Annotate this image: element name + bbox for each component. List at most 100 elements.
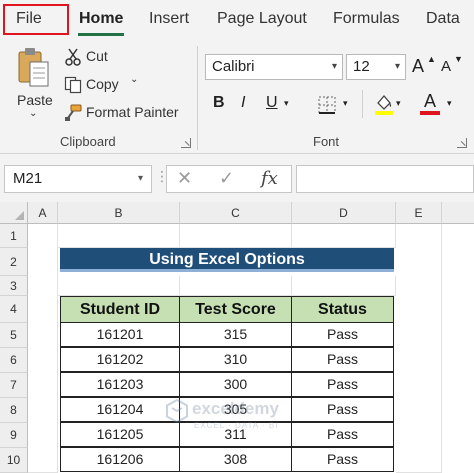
font-color-dropdown-icon[interactable]: ▾	[447, 98, 452, 109]
font-color-button[interactable]: A	[424, 91, 436, 112]
formula-buttons: ✕ ✓ fx	[166, 165, 292, 193]
formula-input[interactable]	[296, 165, 474, 193]
name-box[interactable]: M21 ▾	[4, 165, 152, 193]
cell-test-score[interactable]: 310	[179, 347, 292, 372]
fill-color-icon[interactable]	[374, 93, 394, 115]
shrink-font-button[interactable]: A	[441, 58, 451, 75]
paste-dropdown-icon[interactable]: ⌄	[29, 108, 37, 119]
row-header-6[interactable]: 6	[0, 348, 28, 373]
row-header-3[interactable]: 3	[0, 276, 28, 296]
grow-font-button[interactable]: A	[412, 56, 424, 77]
copy-button[interactable]: Copy ⌄	[62, 74, 144, 96]
row-header-10[interactable]: 10	[0, 448, 28, 473]
font-size-value: 12	[353, 58, 370, 75]
grid-row-3	[180, 276, 292, 296]
tab-page-layout[interactable]: Page Layout	[217, 10, 307, 28]
tab-home[interactable]: Home	[79, 10, 123, 28]
copy-label: Copy	[86, 76, 119, 92]
cell-status[interactable]: Pass	[291, 347, 394, 372]
clipboard-group-label: Clipboard	[60, 134, 116, 149]
chevron-down-icon[interactable]: ▾	[395, 55, 400, 79]
chevron-down-icon[interactable]: ▾	[138, 166, 143, 192]
ribbon-home: Paste ⌄ Cut Copy ⌄ Format Painter Clipbo…	[0, 38, 474, 154]
column-header-d[interactable]: D	[292, 202, 396, 224]
column-header-f[interactable]	[442, 202, 474, 224]
row-header-4[interactable]: 4	[0, 296, 28, 323]
header-status: Status	[291, 296, 394, 323]
borders-dropdown-icon[interactable]: ▾	[343, 98, 348, 109]
shrink-font-icon: ▼	[454, 54, 463, 64]
cell-status[interactable]: Pass	[291, 447, 394, 472]
insert-function-icon[interactable]: fx	[261, 168, 278, 189]
cut-label: Cut	[86, 48, 108, 64]
font-group-label: Font	[313, 134, 340, 149]
grid-row-1	[180, 224, 292, 248]
grid-row-1	[292, 224, 396, 248]
italic-button[interactable]: I	[241, 94, 245, 112]
cell-status[interactable]: Pass	[291, 322, 394, 347]
copy-icon	[64, 76, 82, 94]
header-student-id: Student ID	[60, 296, 180, 323]
chevron-down-icon[interactable]: ▾	[332, 55, 337, 79]
column-header-a[interactable]: A	[28, 202, 58, 224]
font-color-swatch	[420, 111, 440, 115]
cell-student-id[interactable]: 161202	[60, 347, 180, 372]
cell-student-id[interactable]: 161203	[60, 372, 180, 397]
font-divider	[362, 90, 363, 118]
cell-test-score[interactable]: 300	[179, 372, 292, 397]
scissors-icon	[65, 48, 81, 66]
row-header-2[interactable]: 2	[0, 248, 28, 276]
column-header-c[interactable]: C	[180, 202, 292, 224]
tab-insert[interactable]: Insert	[149, 10, 189, 28]
bold-button[interactable]: B	[213, 94, 225, 112]
ribbon-tab-bar: File Home Insert Page Layout Formulas Da…	[0, 0, 474, 38]
header-test-score: Test Score	[179, 296, 292, 323]
row-header-8[interactable]: 8	[0, 398, 28, 423]
grid-row-1	[58, 224, 180, 248]
cut-button[interactable]: Cut	[62, 46, 122, 68]
cell-student-id[interactable]: 161206	[60, 447, 180, 472]
grid-column-e	[396, 224, 442, 473]
row-header-5[interactable]: 5	[0, 323, 28, 348]
underline-dropdown-icon[interactable]: ▾	[284, 98, 289, 109]
format-painter-button[interactable]: Format Painter	[62, 102, 184, 124]
row-header-1[interactable]: 1	[0, 224, 28, 248]
font-launcher-icon[interactable]	[457, 138, 467, 148]
cell-test-score[interactable]: 315	[179, 322, 292, 347]
column-header-e[interactable]: E	[396, 202, 442, 224]
grid-row-3	[292, 276, 396, 296]
format-painter-label: Format Painter	[86, 104, 179, 120]
cell-test-score[interactable]: 308	[179, 447, 292, 472]
row-header-7[interactable]: 7	[0, 373, 28, 398]
paste-label: Paste	[17, 92, 53, 108]
borders-icon[interactable]	[318, 96, 336, 114]
row-header-9[interactable]: 9	[0, 423, 28, 448]
font-size-combo[interactable]: 12 ▾	[346, 54, 406, 80]
tab-data[interactable]: Data	[426, 10, 460, 28]
underline-button[interactable]: U	[266, 94, 278, 112]
paste-icon	[18, 48, 49, 87]
copy-dropdown-icon[interactable]: ⌄	[130, 74, 138, 85]
exceldemy-logo-icon	[166, 399, 188, 423]
paste-button[interactable]: Paste ⌄	[12, 44, 56, 124]
select-all-corner[interactable]	[0, 202, 28, 224]
cell-student-id[interactable]: 161201	[60, 322, 180, 347]
cell-student-id[interactable]: 161204	[60, 397, 180, 422]
active-tab-indicator	[78, 33, 124, 36]
sheet-title: Using Excel Options	[60, 248, 394, 272]
name-box-value: M21	[13, 170, 43, 187]
clipboard-launcher-icon[interactable]	[181, 138, 191, 148]
font-name-combo[interactable]: Calibri ▾	[205, 54, 343, 80]
cell-status[interactable]: Pass	[291, 372, 394, 397]
watermark: exceldemy EXCEL · DATA · BI	[166, 397, 316, 441]
group-divider	[197, 46, 198, 150]
cell-student-id[interactable]: 161205	[60, 422, 180, 447]
fill-color-dropdown-icon[interactable]: ▾	[396, 98, 401, 109]
grid-column-a	[28, 224, 58, 473]
watermark-subtitle: EXCEL · DATA · BI	[194, 421, 279, 430]
enter-icon[interactable]: ✓	[219, 168, 234, 189]
format-painter-icon	[65, 104, 82, 121]
column-header-b[interactable]: B	[58, 202, 180, 224]
cancel-icon[interactable]: ✕	[177, 168, 192, 189]
tab-formulas[interactable]: Formulas	[333, 10, 400, 28]
